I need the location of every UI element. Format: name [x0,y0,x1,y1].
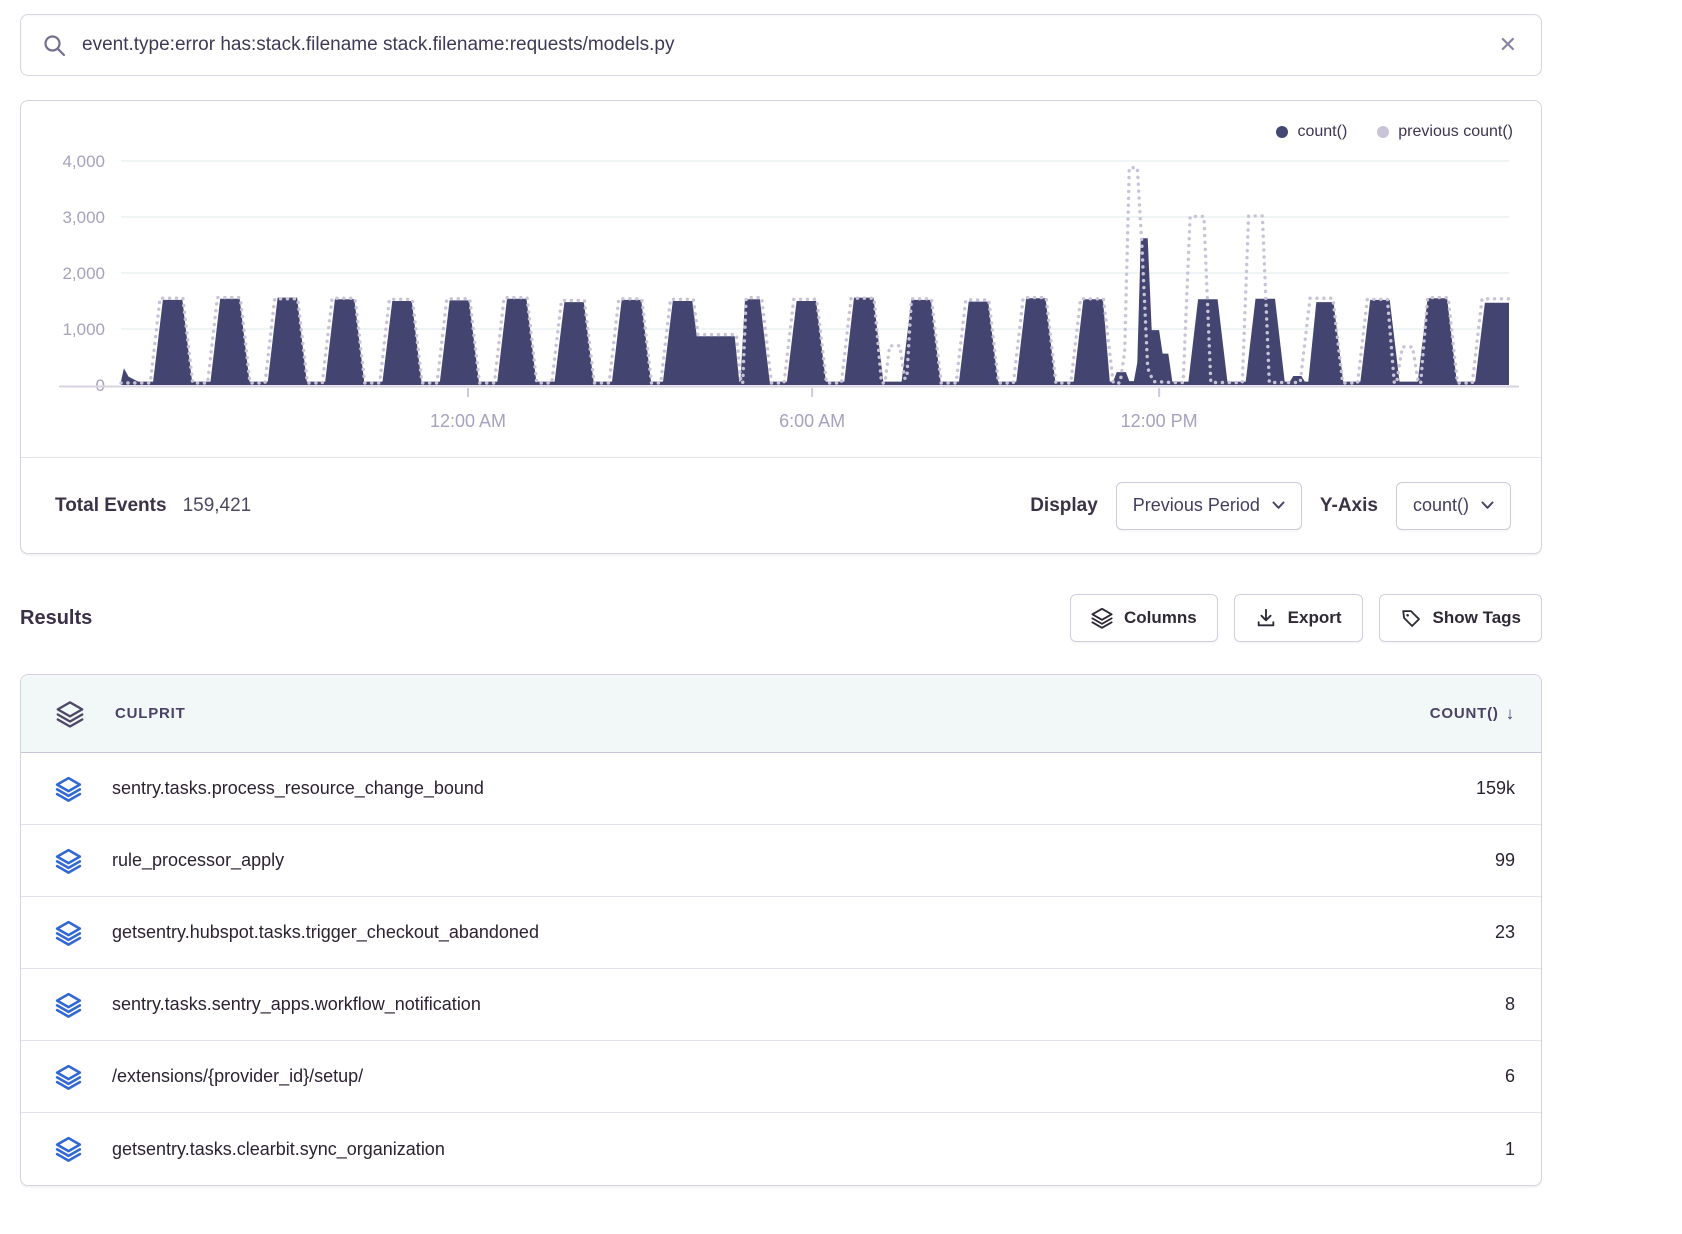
yaxis-select-value: count() [1413,495,1469,516]
legend-dot-icon [1377,126,1389,138]
export-button[interactable]: Export [1234,594,1363,642]
show-tags-button-label: Show Tags [1433,608,1521,628]
layers-icon[interactable] [55,700,85,728]
search-icon [43,34,66,57]
svg-text:12:00 PM: 12:00 PM [1121,411,1198,431]
count-cell: 6 [1505,1066,1515,1087]
count-cell: 1 [1505,1139,1515,1160]
export-button-label: Export [1288,608,1342,628]
events-chart-panel: count()previous count() 01,0002,0003,000… [20,100,1542,554]
search-input[interactable] [80,33,1497,57]
total-events-label: Total Events [55,495,167,517]
svg-text:4,000: 4,000 [62,152,105,171]
layers-icon [55,920,82,946]
results-heading: Results [20,607,92,630]
total-events-value: 159,421 [183,495,252,517]
row-stack-icon-button[interactable] [55,1064,82,1090]
table-body: sentry.tasks.process_resource_change_bou… [21,753,1541,1185]
yaxis-select[interactable]: count() [1396,482,1511,530]
chart-legend: count() previous count() [1276,123,1513,141]
legend-label: count() [1297,123,1347,141]
display-select[interactable]: Previous Period [1116,482,1302,530]
svg-text:1,000: 1,000 [62,320,105,339]
clear-search-icon[interactable]: ✕ [1497,30,1519,60]
chart-controls: Display Previous Period Y-Axis count() [1030,482,1511,530]
column-header-count[interactable]: COUNT() ↓ [1430,704,1515,724]
legend-item[interactable]: previous count() [1377,123,1513,141]
culprit-cell[interactable]: sentry.tasks.sentry_apps.workflow_notifi… [112,994,481,1015]
legend-label: previous count() [1398,123,1513,141]
chart-footer: Total Events 159,421 Display Previous Pe… [21,457,1541,553]
sort-desc-icon: ↓ [1506,704,1515,724]
table-row: sentry.tasks.process_resource_change_bou… [21,753,1541,825]
chevron-down-icon [1481,501,1494,510]
row-stack-icon-button[interactable] [55,992,82,1018]
layers-icon [55,1064,82,1090]
count-cell: 99 [1495,850,1515,871]
legend-item[interactable]: count() [1276,123,1347,141]
svg-text:12:00 AM: 12:00 AM [430,411,506,431]
svg-text:6:00 AM: 6:00 AM [779,411,845,431]
svg-text:2,000: 2,000 [62,264,105,283]
legend-dot-icon [1276,126,1288,138]
svg-text:3,000: 3,000 [62,208,105,227]
row-stack-icon-button[interactable] [55,920,82,946]
layers-icon [55,992,82,1018]
display-label: Display [1030,495,1098,517]
row-stack-icon-button[interactable] [55,776,82,802]
total-events: Total Events 159,421 [55,495,251,517]
download-icon [1255,607,1277,629]
table-header: CULPRIT COUNT() ↓ [21,675,1541,753]
count-cell: 159k [1476,778,1515,799]
culprit-cell[interactable]: rule_processor_apply [112,850,284,871]
count-cell: 23 [1495,922,1515,943]
layers-icon [1091,607,1113,629]
layers-icon [55,848,82,874]
display-select-value: Previous Period [1133,495,1260,516]
results-table: CULPRIT COUNT() ↓ sentry.tasks.process_r… [20,674,1542,1186]
count-column-label: COUNT() [1430,705,1499,722]
count-cell: 8 [1505,994,1515,1015]
page-content: ✕ count()previous count() 01,0002,0003,0… [20,14,1542,1186]
chevron-down-icon [1272,501,1285,510]
layers-icon [55,1136,82,1162]
show-tags-button[interactable]: Show Tags [1379,594,1542,642]
columns-button[interactable]: Columns [1070,594,1218,642]
events-chart: 01,0002,0003,0004,00012:00 AM6:00 AM12:0… [21,115,1541,457]
table-row: /extensions/{provider_id}/setup/ 6 [21,1041,1541,1113]
results-actions: Columns Export Show Tags [1070,594,1542,642]
search-bar: ✕ [20,14,1542,76]
row-stack-icon-button[interactable] [55,848,82,874]
yaxis-label: Y-Axis [1320,495,1378,517]
results-bar: Results Columns Export [20,594,1542,642]
culprit-cell[interactable]: /extensions/{provider_id}/setup/ [112,1066,363,1087]
columns-button-label: Columns [1124,608,1197,628]
row-stack-icon-button[interactable] [55,1136,82,1162]
table-row: getsentry.tasks.clearbit.sync_organizati… [21,1113,1541,1185]
table-row: rule_processor_apply 99 [21,825,1541,897]
column-header-culprit[interactable]: CULPRIT [115,705,186,722]
tag-icon [1400,607,1422,629]
culprit-cell[interactable]: sentry.tasks.process_resource_change_bou… [112,778,484,799]
culprit-cell[interactable]: getsentry.tasks.clearbit.sync_organizati… [112,1139,445,1160]
table-row: getsentry.hubspot.tasks.trigger_checkout… [21,897,1541,969]
table-row: sentry.tasks.sentry_apps.workflow_notifi… [21,969,1541,1041]
layers-icon [55,776,82,802]
culprit-cell[interactable]: getsentry.hubspot.tasks.trigger_checkout… [112,922,539,943]
